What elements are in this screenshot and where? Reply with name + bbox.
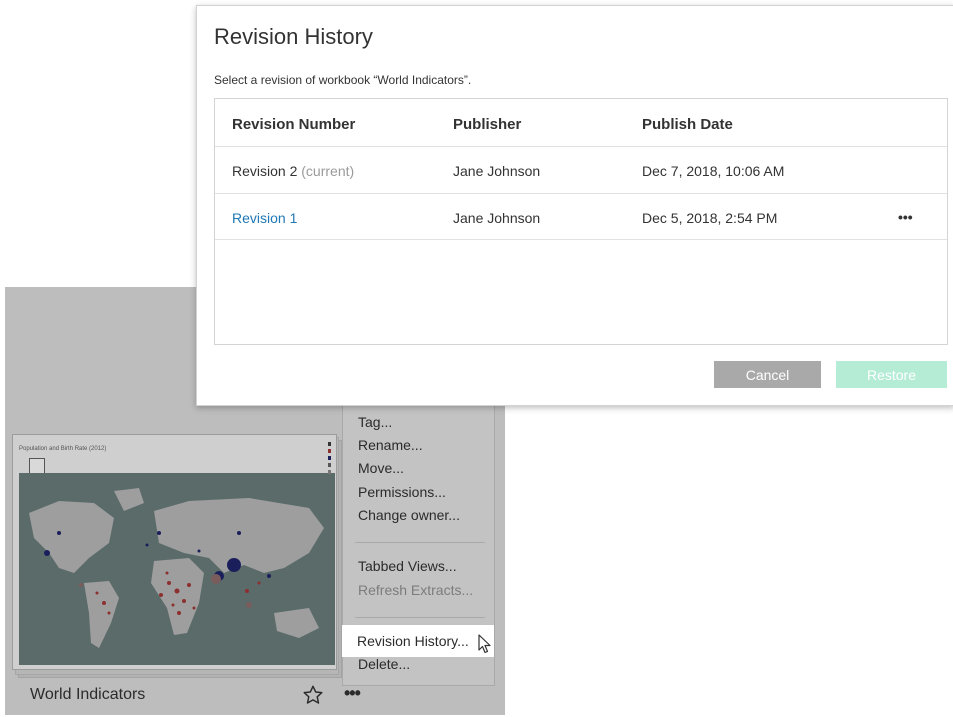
restore-button[interactable]: Restore: [836, 361, 947, 388]
menu-divider: [355, 542, 485, 543]
publisher-cell: Jane Johnson: [453, 163, 541, 179]
dialog-title: Revision History: [214, 24, 373, 49]
menu-divider: [355, 617, 485, 618]
dialog-subtitle: Select a revision of workbook “World Ind…: [214, 73, 472, 87]
column-header-revision-number: Revision Number: [232, 116, 356, 133]
row-divider: [215, 239, 947, 240]
menu-item-tag[interactable]: Tag...: [358, 414, 392, 430]
world-map-thumbnail: [19, 473, 335, 665]
thumbnail-title: Population and Birth Rate (2012): [19, 446, 107, 452]
column-header-publish-date: Publish Date: [642, 116, 733, 133]
menu-item-change-owner[interactable]: Change owner...: [358, 507, 460, 523]
row-divider: [215, 193, 947, 194]
revision-number-cell: Revision 2 (current): [232, 163, 354, 179]
menu-item-rename[interactable]: Rename...: [358, 437, 423, 453]
menu-item-tabbed-views[interactable]: Tabbed Views...: [358, 558, 457, 574]
cancel-button[interactable]: Cancel: [714, 361, 821, 388]
publish-date-cell: Dec 5, 2018, 2:54 PM: [642, 210, 778, 226]
thumbnail-legend: [328, 442, 331, 474]
menu-item-refresh-extracts: Refresh Extracts...: [358, 582, 474, 598]
current-tag: (current): [301, 163, 355, 179]
cursor-icon: [478, 634, 491, 654]
column-header-publisher: Publisher: [453, 116, 522, 133]
menu-item-delete[interactable]: Delete...: [358, 656, 410, 672]
publisher-cell: Jane Johnson: [453, 210, 541, 226]
menu-item-revision-history-label: Revision History...: [357, 633, 469, 649]
row-more-icon[interactable]: •••: [898, 209, 913, 225]
checkbox-icon[interactable]: [29, 458, 45, 474]
workbook-thumbnail[interactable]: Population and Birth Rate (2012): [12, 434, 337, 670]
revision-link[interactable]: Revision 1: [232, 210, 297, 226]
menu-item-move[interactable]: Move...: [358, 460, 404, 476]
star-icon[interactable]: [302, 684, 324, 706]
more-icon[interactable]: •••: [344, 683, 361, 704]
revision-history-dialog: Revision History Select a revision of wo…: [196, 5, 953, 406]
revision-label: Revision 2: [232, 163, 298, 179]
row-divider: [215, 146, 947, 147]
revision-table: Revision Number Publisher Publish Date R…: [214, 98, 948, 345]
workbook-name[interactable]: World Indicators: [30, 686, 145, 704]
publish-date-cell: Dec 7, 2018, 10:06 AM: [642, 163, 785, 179]
menu-item-permissions[interactable]: Permissions...: [358, 484, 446, 500]
